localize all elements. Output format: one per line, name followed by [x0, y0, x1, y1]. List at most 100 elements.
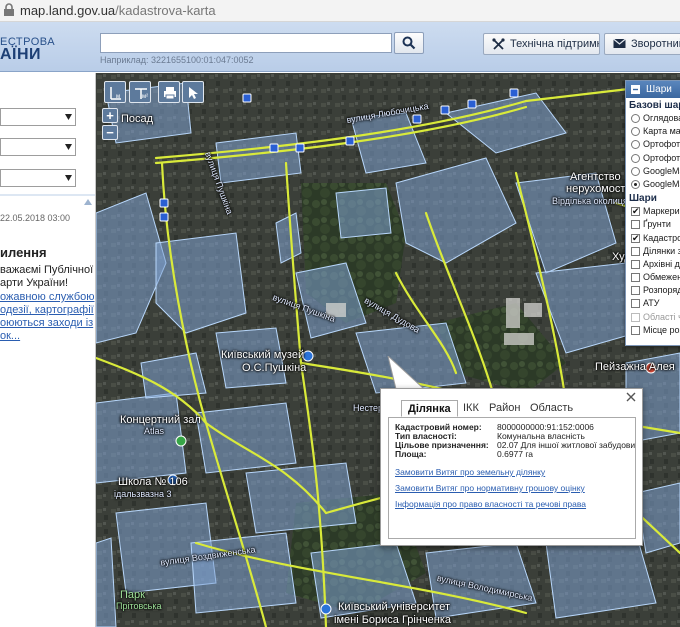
ownership-info-link[interactable]: Інформація про право власності та речові… — [395, 499, 586, 509]
checkbox[interactable] — [631, 286, 640, 296]
notice-link[interactable]: ок... — [0, 330, 20, 342]
district-select[interactable] — [0, 138, 76, 156]
tab-district[interactable]: Район — [489, 400, 520, 417]
printer-icon — [164, 87, 176, 100]
tab-ikk[interactable]: ІКК — [463, 400, 479, 417]
overlay-layer-label: Місце роз — [643, 324, 680, 335]
tab-region[interactable]: Область — [530, 400, 573, 417]
news-date: 22.05.2018 03:00 — [0, 213, 71, 223]
map-label: Прітовська — [116, 601, 162, 611]
checkbox[interactable] — [631, 299, 640, 309]
radio-button[interactable] — [631, 166, 640, 176]
overlay-layer-option[interactable]: ✔ Кадастро — [626, 232, 680, 245]
notice-line: важаємі Публічної — [0, 264, 94, 276]
map-label: Київський університет — [338, 601, 451, 613]
radio-button[interactable] — [631, 153, 640, 163]
base-layer-label: Карта ма — [643, 126, 680, 137]
search-icon — [402, 36, 416, 50]
map-label: Atlas — [144, 426, 165, 436]
search-button[interactable] — [394, 32, 424, 54]
overlay-layer-option[interactable]: Ділянки з — [626, 245, 680, 258]
checkbox[interactable] — [631, 259, 640, 269]
checkbox[interactable] — [631, 246, 640, 256]
region-select[interactable] — [0, 108, 76, 126]
map-label: Парк — [120, 589, 145, 601]
tools-icon — [492, 38, 505, 50]
notice-link[interactable]: ожавною службою — [0, 291, 95, 303]
notice-link[interactable]: одезії, картографії — [0, 304, 94, 316]
scroll-up-icon[interactable] — [84, 199, 92, 205]
order-valuation-link[interactable]: Замовити Витяг про нормативну грошову оц… — [395, 483, 585, 493]
site-header: ЕСТРОВА АЇНИ Наприклад: 3221655100:01:04… — [0, 22, 680, 72]
base-layer-label: Оглядова — [643, 113, 680, 123]
measure-distance-button[interactable]: м — [104, 81, 126, 103]
notice-title: илення — [0, 245, 47, 260]
overlay-layer-label: Розпоряд — [643, 285, 680, 296]
base-layer-label: GoogleMa — [643, 178, 680, 189]
map-label: Пейзажна Алея — [595, 361, 675, 373]
base-layer-option[interactable]: Ортофото — [626, 152, 680, 165]
search-example: Наприклад: 3221655100:01:047:0052 — [100, 55, 254, 65]
base-layer-option[interactable]: GoogleMa — [626, 178, 680, 191]
base-layer-label: GoogleMa — [643, 165, 680, 176]
overlay-layer-option[interactable]: Обмежен — [626, 271, 680, 284]
checkbox[interactable] — [631, 273, 640, 283]
base-layer-option[interactable]: Ортофото — [626, 138, 680, 151]
base-layer-option[interactable]: Оглядова — [626, 112, 680, 125]
layers-panel: Шари Базові шари Оглядова Карта ма Ортофот… — [625, 80, 680, 346]
zoom-out-button[interactable]: − — [102, 125, 118, 140]
envelope-icon — [613, 38, 626, 48]
radio-button[interactable] — [631, 140, 640, 150]
overlay-layer-label: Архівні ді — [643, 258, 680, 269]
base-layer-option[interactable]: GoogleMa — [626, 165, 680, 178]
map-label: Вірділька околиця — [552, 196, 628, 206]
area-value: 0.6977 га — [497, 449, 534, 459]
cadastral-map[interactable]: м м² + − Посад вулиця Любочицька вулиця … — [96, 73, 680, 627]
overlay-layer-option[interactable]: ✔ Маркери — [626, 205, 680, 218]
tab-parcel[interactable]: Ділянка — [401, 400, 458, 417]
tech-support-button[interactable]: Технічна підтримка — [483, 33, 600, 55]
checkbox — [631, 312, 640, 322]
base-layer-option[interactable]: Карта ма — [626, 125, 680, 138]
identify-button[interactable] — [182, 81, 204, 103]
url-text: map.land.gov.ua/kadastrova-karta — [20, 3, 216, 18]
feedback-button[interactable]: Зворотний зв — [604, 33, 680, 55]
address-bar[interactable]: map.land.gov.ua/kadastrova-karta — [0, 0, 680, 22]
map-label: нерухомості — [566, 183, 628, 195]
overlay-layer-option[interactable]: Ґрунти — [626, 218, 680, 231]
radio-button[interactable] — [631, 127, 640, 137]
minus-icon[interactable] — [631, 85, 640, 94]
notice-link[interactable]: оюються заходи із — [0, 317, 93, 329]
checkbox[interactable]: ✔ — [631, 233, 640, 243]
layers-panel-title: Шари — [646, 84, 672, 95]
overlay-layer-option[interactable]: Розпоряд — [626, 284, 680, 297]
cadastral-search-input[interactable] — [100, 33, 392, 53]
overlay-layer-option[interactable]: АТУ — [626, 297, 680, 310]
overlay-layer-option[interactable]: Місце роз — [626, 324, 680, 337]
ruler-icon: м — [110, 87, 121, 100]
layers-panel-header[interactable]: Шари — [626, 81, 680, 98]
zoom-in-button[interactable]: + — [102, 108, 118, 123]
panel-divider — [0, 194, 95, 196]
chevron-down-icon — [65, 175, 72, 181]
radio-button[interactable] — [631, 114, 640, 123]
order-extract-link[interactable]: Замовити Витяг про земельну ділянку — [395, 467, 545, 477]
map-label: ідальзвазна 3 — [114, 489, 172, 499]
overlay-layer-label: Обмежен — [643, 272, 680, 283]
print-button[interactable] — [158, 81, 180, 103]
cursor-info-icon — [189, 87, 198, 99]
notice-line: арти України! — [0, 277, 69, 289]
feedback-label: Зворотний зв — [631, 38, 680, 50]
measure-area-button[interactable]: м² — [129, 81, 151, 103]
map-label: Посад — [121, 113, 154, 125]
popup-pointer — [387, 356, 426, 390]
settlement-select[interactable] — [0, 169, 76, 187]
checkbox[interactable]: ✔ — [631, 207, 640, 217]
overlay-layer-option[interactable]: Архівні ді — [626, 258, 680, 271]
overlay-layer-option: Області ч — [626, 311, 680, 324]
radio-button[interactable] — [631, 179, 640, 189]
close-icon[interactable] — [626, 392, 636, 402]
checkbox[interactable] — [631, 220, 640, 230]
map-label: О.С.Пушкіна — [242, 362, 307, 374]
checkbox[interactable] — [631, 325, 640, 335]
